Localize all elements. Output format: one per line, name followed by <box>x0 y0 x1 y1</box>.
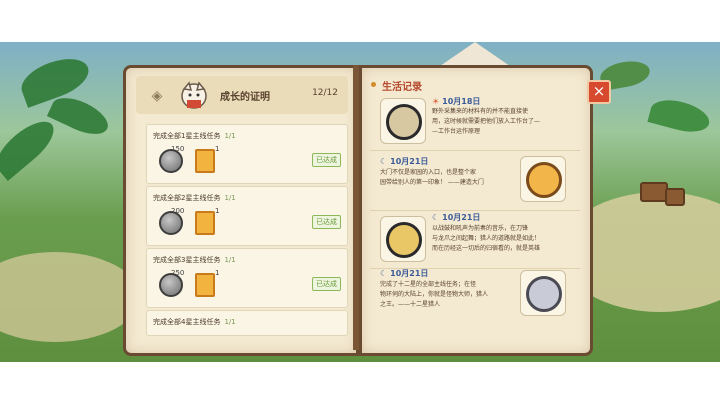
task-progress: 1/1 <box>224 318 236 326</box>
coin-amount: 150 <box>171 145 185 153</box>
ticket-icon <box>195 149 215 173</box>
record-entry: ☾ 10月21日 完成了十二星的全部主线任务；在怪 物环伺的大陆上，你就是怪物大师… <box>370 266 580 324</box>
close-button[interactable]: × <box>587 80 611 104</box>
crate <box>640 182 668 202</box>
achievement-header: ◈ 成长的证明 12/12 <box>136 76 348 114</box>
task-row: 完成全部3星主线任务 1/1 250 1 已达成 <box>146 248 348 308</box>
record-text: 完成了十二星的全部主线任务；在怪 物环伺的大陆上，你就是怪物大师，猎人 之王。—… <box>380 281 489 308</box>
task-progress: 1/1 <box>224 256 236 264</box>
task-progress: 1/1 <box>224 194 236 202</box>
coin-amount: 250 <box>171 269 185 277</box>
record-entry: ☀ 10月18日 野外采集来的材料有的并不能直接使 用，这时候就需要把他们放入工作… <box>370 92 580 151</box>
bush <box>647 94 713 138</box>
coin-amount: 200 <box>171 207 185 215</box>
completed-badge: 已达成 <box>312 153 341 167</box>
right-page: 生活记录 ☀ 10月18日 野外采集来的材料有的并不能直接使 用，这时候就需要把他… <box>359 65 593 356</box>
palm-leaf <box>46 90 114 142</box>
task-progress: 1/1 <box>224 132 236 140</box>
completed-badge: 已达成 <box>312 215 341 229</box>
task-title: 完成全部1星主线任务 1/1 <box>153 132 236 140</box>
record-text: 大门不仅是家园的入口，也是整个家 园带给别人的第一印象！ ——建造大门 <box>380 169 484 186</box>
moon-icon: ☾ <box>380 157 388 166</box>
record-date: ☀ 10月18日 <box>432 97 481 106</box>
sand-patch <box>0 252 140 342</box>
task-title: 完成全部3星主线任务 1/1 <box>153 256 236 264</box>
record-date: ☾ 10月21日 <box>380 269 429 278</box>
hunter-badge-icon <box>380 216 426 262</box>
ticket-amount: 1 <box>215 145 220 153</box>
life-record-title: 生活记录 <box>382 82 422 93</box>
ticket-amount: 1 <box>215 207 220 215</box>
record-text: 野外采集来的材料有的并不能直接使 用，这时候就需要把他们放入工作台了— —工作台… <box>432 108 541 135</box>
twelve-star-hunter-badge-icon <box>520 270 566 316</box>
ticket-icon <box>195 273 215 297</box>
sun-icon: ☀ <box>432 97 440 106</box>
record-entry: ☾ 10月21日 大门不仅是家园的入口，也是整个家 园带给别人的第一印象！ ——建… <box>370 152 580 211</box>
gate-badge-icon <box>520 156 566 202</box>
crate <box>665 188 685 206</box>
left-page: ◈ 成长的证明 12/12 完成全部1星主线任务 1/1 150 1 已达成 完成… <box>123 65 359 356</box>
achievement-count: 12/12 <box>312 88 338 98</box>
task-row: 完成全部1星主线任务 1/1 150 1 已达成 <box>146 124 348 184</box>
bullet-icon <box>371 82 376 87</box>
palm-leaf <box>0 113 62 181</box>
moon-icon: ☾ <box>432 213 440 222</box>
journal-book: ◈ 成长的证明 12/12 完成全部1星主线任务 1/1 150 1 已达成 完成… <box>123 65 593 356</box>
task-row: 完成全部2星主线任务 1/1 200 1 已达成 <box>146 186 348 246</box>
back-arrow-icon[interactable]: ◈ <box>146 85 168 107</box>
ticket-icon <box>195 211 215 235</box>
record-date: ☾ 10月21日 <box>380 157 429 166</box>
record-date: ☾ 10月21日 <box>432 213 481 222</box>
moon-icon: ☾ <box>380 269 388 278</box>
workbench-badge-icon <box>380 98 426 144</box>
achievement-title: 成长的证明 <box>220 92 270 103</box>
task-title: 完成全部2星主线任务 1/1 <box>153 194 236 202</box>
record-text: 以战鼓和吼声为前奏的音乐，在刀锋 与龙爪之间起舞；猎人的道路就是如此！ 而在历经… <box>432 225 541 252</box>
mascot-icon <box>181 81 207 109</box>
task-row: 完成全部4星主线任务 1/1 <box>146 310 348 336</box>
record-entry: ☾ 10月21日 以战鼓和吼声为前奏的音乐，在刀锋 与龙爪之间起舞；猎人的道路就是… <box>370 210 580 269</box>
task-title: 完成全部4星主线任务 1/1 <box>153 318 236 326</box>
ticket-amount: 1 <box>215 269 220 277</box>
completed-badge: 已达成 <box>312 277 341 291</box>
